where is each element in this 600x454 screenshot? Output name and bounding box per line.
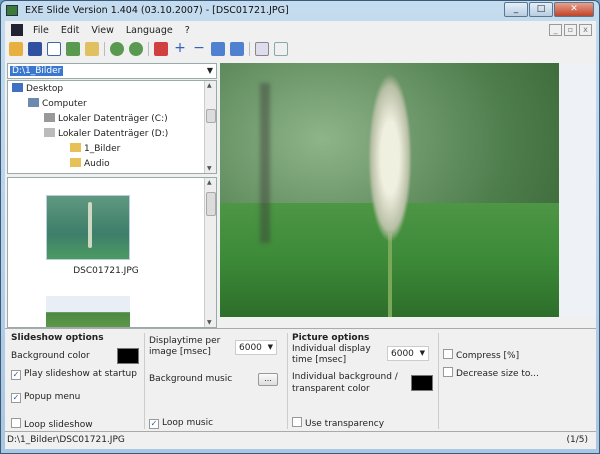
browse-music-button[interactable]: ...	[258, 373, 278, 386]
image-icon[interactable]	[66, 42, 80, 56]
thumbnail-image[interactable]	[46, 296, 130, 327]
mdi-minimize-button[interactable]: _	[549, 24, 562, 36]
play-at-startup-checkbox[interactable]: ✓ Play slideshow at startup	[11, 369, 137, 380]
background-music-label: Background music	[149, 374, 233, 384]
decrease-size-checkbox[interactable]: Decrease size to...	[443, 367, 539, 379]
preview-icon[interactable]	[274, 42, 288, 56]
tree-label: Desktop	[26, 84, 64, 94]
folder-icon	[70, 143, 81, 152]
thumbnail-scrollbar[interactable]: ▲ ▼	[204, 178, 216, 327]
tree-item-audio[interactable]: Audio	[70, 158, 110, 169]
chevron-down-icon[interactable]: ▼	[207, 66, 213, 75]
plus-icon[interactable]: +	[173, 41, 187, 56]
separator	[249, 42, 250, 56]
menu-bar: File Edit View Language ? _ ▫ x	[5, 21, 596, 39]
checkbox-label: Popup menu	[24, 392, 81, 402]
maximize-button[interactable]: □	[529, 2, 553, 17]
status-bar: D:\1_Bilder\DSC01721.JPG (1/5)	[5, 431, 596, 448]
thumbnail-view-icon[interactable]	[255, 42, 269, 56]
new-icon[interactable]	[85, 42, 99, 56]
preview-background	[559, 63, 596, 317]
computer-icon	[28, 98, 39, 107]
main-window: EXE Slide Version 1.404 (03.10.2007) - […	[0, 0, 600, 454]
background-color-label: Background color	[11, 351, 90, 361]
tree-item-1-bilder[interactable]: 1_Bilder	[70, 143, 120, 154]
displaytime-dropdown[interactable]: 6000 ▼	[235, 340, 277, 355]
separator	[148, 42, 149, 56]
individual-background-swatch[interactable]	[411, 375, 433, 391]
window-icon[interactable]	[47, 42, 61, 56]
tree-label: Computer	[42, 99, 87, 109]
tree-item-drive-d[interactable]: Lokaler Datenträger (D:)	[44, 128, 168, 139]
thumbnail-image[interactable]	[46, 195, 130, 260]
use-transparency-checkbox[interactable]: Use transparency	[292, 417, 384, 429]
drive-icon	[44, 128, 55, 137]
tree-label: Audio	[84, 159, 110, 169]
thumbnail-list: DSC01721.JPG ▲ ▼	[7, 177, 217, 328]
open-icon[interactable]	[9, 42, 23, 56]
previous-icon[interactable]	[110, 42, 124, 56]
popup-menu-checkbox[interactable]: ✓ Popup menu	[11, 392, 80, 403]
separator	[104, 42, 105, 56]
checkbox-label: Loop music	[162, 418, 214, 428]
individual-background-label: Individual background / transparent colo…	[292, 372, 398, 394]
close-button[interactable]: ✕	[554, 2, 594, 17]
move-left-icon[interactable]	[211, 42, 225, 56]
tree-label: Lokaler Datenträger (C:)	[58, 114, 168, 124]
tree-item-computer[interactable]: Computer	[28, 98, 87, 109]
displaytime-value: 6000	[239, 343, 262, 353]
checkbox-label: Use transparency	[305, 419, 385, 429]
options-panel: Slideshow options Background color ✓ Play…	[5, 328, 596, 431]
minimize-button[interactable]: _	[504, 2, 528, 17]
chevron-down-icon: ▼	[419, 349, 425, 357]
checkbox-label: Loop slideshow	[24, 420, 93, 430]
minus-icon[interactable]: −	[192, 41, 206, 56]
background-color-swatch[interactable]	[117, 348, 139, 364]
desktop-icon	[12, 83, 23, 92]
individual-display-time-value: 6000	[391, 349, 414, 359]
tree-item-desktop[interactable]: Desktop	[12, 83, 63, 94]
menu-help[interactable]: ?	[179, 25, 196, 36]
checkbox-label: Compress [%]	[456, 351, 520, 361]
loop-music-checkbox[interactable]: ✓ Loop music	[149, 418, 213, 429]
mdi-close-button[interactable]: x	[579, 24, 592, 36]
menu-file[interactable]: File	[27, 25, 55, 36]
individual-display-time-label: Individual display time [msec]	[292, 344, 371, 365]
displaytime-label: Displaytime per image [msec]	[149, 336, 221, 357]
chevron-down-icon: ▼	[267, 343, 273, 351]
save-icon[interactable]	[28, 42, 42, 56]
checkbox-label: Decrease size to...	[456, 369, 539, 379]
tree-scrollbar[interactable]: ▲ ▼	[204, 81, 216, 173]
folder-combo[interactable]: D:\1_Bilder ▼	[7, 63, 217, 79]
thumbnail-label: DSC01721.JPG	[73, 266, 139, 276]
move-right-icon[interactable]	[230, 42, 244, 56]
document-icon[interactable]	[11, 24, 23, 36]
menu-edit[interactable]: Edit	[55, 25, 85, 36]
mdi-restore-button[interactable]: ▫	[564, 24, 577, 36]
tree-item-drive-c[interactable]: Lokaler Datenträger (C:)	[44, 113, 168, 124]
status-path: D:\1_Bilder\DSC01721.JPG	[7, 435, 125, 445]
delete-icon[interactable]	[154, 42, 168, 56]
folder-icon	[70, 158, 81, 167]
menu-language[interactable]: Language	[120, 25, 179, 36]
folder-combo-value: D:\1_Bilder	[10, 66, 64, 76]
toolbar: + −	[5, 39, 596, 59]
image-preview	[220, 63, 559, 317]
title-bar: EXE Slide Version 1.404 (03.10.2007) - […	[1, 1, 599, 21]
compress-checkbox[interactable]: Compress [%]	[443, 349, 519, 361]
app-icon	[6, 5, 18, 16]
picture-options-heading: Picture options	[292, 333, 370, 343]
drive-icon	[44, 113, 55, 122]
window-title: EXE Slide Version 1.404 (03.10.2007) - […	[25, 5, 289, 16]
status-counter: (1/5)	[566, 435, 588, 445]
individual-display-time-dropdown[interactable]: 6000 ▼	[387, 346, 429, 361]
tree-label: 1_Bilder	[84, 144, 121, 154]
slideshow-options-heading: Slideshow options	[11, 333, 104, 343]
checkbox-label: Play slideshow at startup	[24, 369, 137, 379]
tree-label: Lokaler Datenträger (D:)	[58, 129, 169, 139]
next-icon[interactable]	[129, 42, 143, 56]
loop-slideshow-checkbox[interactable]: Loop slideshow	[11, 418, 93, 430]
menu-view[interactable]: View	[85, 25, 120, 36]
folder-tree: Desktop Computer Lokaler Datenträger (C:…	[7, 80, 217, 174]
